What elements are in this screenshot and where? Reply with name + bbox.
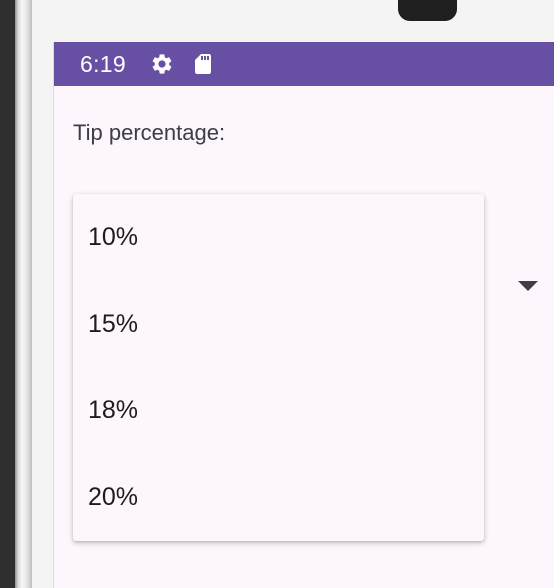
app-screen: 6:19 Tip percentage: 10% 15% 18% 20%: [54, 42, 554, 588]
dropdown-arrow-icon[interactable]: [518, 280, 538, 292]
dropdown-option-15[interactable]: 15%: [73, 281, 484, 368]
tip-percentage-label: Tip percentage:: [73, 120, 226, 145]
dropdown-option-18[interactable]: 18%: [73, 367, 484, 454]
device-frame-edge: [15, 0, 32, 588]
dropdown-option-20[interactable]: 20%: [73, 454, 484, 541]
device-frame-left: [0, 0, 15, 588]
settings-icon: [150, 52, 174, 76]
device-top-bezel: [32, 0, 554, 42]
sd-card-icon: [191, 52, 215, 76]
status-bar: 6:19: [54, 42, 554, 86]
device-bezel: [32, 0, 54, 588]
camera-notch: [398, 0, 457, 21]
tip-percentage-dropdown: 10% 15% 18% 20%: [73, 194, 484, 541]
status-time: 6:19: [80, 51, 126, 77]
dropdown-option-10[interactable]: 10%: [73, 194, 484, 281]
